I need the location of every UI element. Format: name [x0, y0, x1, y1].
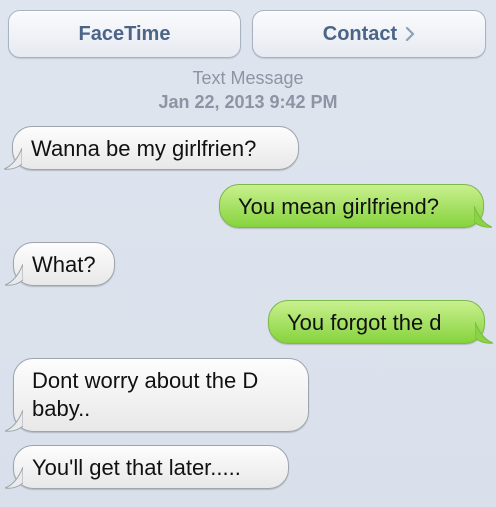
contact-label: Contact — [322, 22, 398, 45]
incoming-message-bubble[interactable]: Wanna be my girlfrien? — [4, 126, 299, 170]
message-text: You mean girlfriend? — [238, 194, 439, 219]
outgoing-message-bubble[interactable]: You mean girlfriend? — [219, 184, 492, 228]
incoming-message-bubble[interactable]: What? — [5, 242, 115, 286]
message-text: You forgot the d — [287, 310, 442, 335]
outgoing-message-bubble[interactable]: You forgot the d — [268, 300, 493, 344]
incoming-message-bubble[interactable]: You'll get that later..... — [5, 445, 289, 489]
message-thread: FaceTime Contact Text Message Jan 22, 20… — [0, 0, 496, 507]
bubble-tail-icon — [474, 206, 492, 228]
chevron-right-icon — [405, 27, 415, 41]
bubble-tail-icon — [5, 264, 23, 286]
message-text: What? — [32, 252, 96, 277]
bubble-tail-icon — [475, 322, 493, 344]
bubble-tail-icon — [5, 410, 23, 432]
message-type-label: Text Message — [192, 68, 304, 88]
message-text: Wanna be my girlfrien? — [31, 136, 257, 161]
bubble-tail-icon — [4, 148, 22, 170]
incoming-message-bubble[interactable]: Dont worry about the D baby.. — [5, 358, 309, 432]
contact-button[interactable]: Contact — [252, 10, 486, 58]
facetime-label: FaceTime — [78, 22, 171, 45]
message-text: Dont worry about the D baby.. — [32, 368, 259, 421]
facetime-button[interactable]: FaceTime — [8, 10, 241, 58]
bubble-tail-icon — [5, 467, 23, 489]
message-text: You'll get that later..... — [32, 455, 241, 480]
message-timestamp: Jan 22, 2013 9:42 PM — [158, 92, 338, 112]
